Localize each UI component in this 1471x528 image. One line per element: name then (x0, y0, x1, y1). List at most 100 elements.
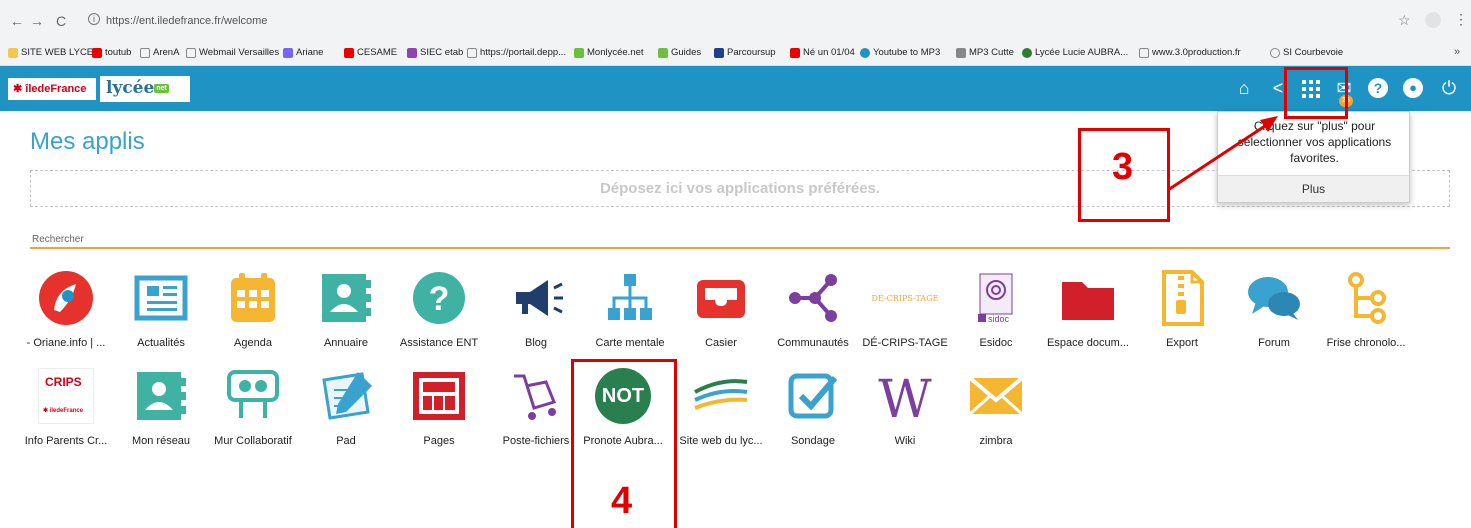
forward-icon[interactable]: → (30, 13, 44, 29)
app-tile[interactable]: Export (1132, 270, 1232, 349)
app-tile[interactable]: CRIPS ✱ îledeFrance Info Parents Cr... (16, 368, 116, 447)
app-label: zimbra (979, 435, 1013, 447)
poll-icon (785, 368, 841, 424)
app-tile[interactable]: Espace docum... (1038, 270, 1138, 349)
app-tile[interactable]: Site web du lyc... (671, 368, 771, 447)
bookmark[interactable]: CESAME (344, 47, 397, 58)
app-tile[interactable]: Casier (671, 270, 771, 349)
app-label: Frise chronolo... (1326, 337, 1406, 349)
app-tile[interactable]: Communautés (763, 270, 863, 349)
app-label: Export (1166, 337, 1198, 349)
bookmark[interactable]: SITE WEB LYCEE (8, 47, 99, 58)
app-label: Site web du lyc... (679, 435, 763, 447)
app-tile[interactable]: Sondage (763, 368, 863, 447)
monlycee-logo[interactable]: lycée net (100, 76, 190, 102)
app-tile[interactable]: Agenda (203, 270, 303, 349)
crips-logo-subtext: ✱ îledeFrance (43, 408, 84, 414)
app-tile[interactable]: zimbra (946, 368, 1046, 447)
website-icon (693, 368, 749, 424)
app-label: Blog (524, 337, 548, 349)
bookmark[interactable]: Youtube to MP3 (860, 47, 940, 58)
bookmark[interactable]: SI Courbevoie (1270, 47, 1343, 58)
app-tile[interactable]: Annuaire (296, 270, 396, 349)
bookmark[interactable]: SIEC etab (407, 47, 463, 58)
app-tile[interactable]: sidoc Esidoc (946, 270, 1046, 349)
bookmark[interactable]: ArenA (140, 47, 179, 58)
app-label: Sondage (790, 435, 836, 447)
bookmark[interactable]: Monlycée.net (574, 47, 644, 58)
bookmark-star-icon[interactable]: ☆ (1398, 12, 1411, 29)
bookmark[interactable]: toutub (92, 47, 131, 58)
calendar-icon (225, 270, 281, 326)
more-bookmarks-icon[interactable]: » (1454, 46, 1460, 58)
bookmark[interactable]: Guides (658, 47, 701, 58)
app-tile[interactable]: Pages (389, 368, 489, 447)
app-tile[interactable]: Pad (296, 368, 396, 447)
app-label: DÉ-CRIPS-TAGE (862, 337, 948, 349)
app-tile[interactable]: Actualités (111, 270, 211, 349)
oriane-icon (38, 270, 94, 326)
extension-icon[interactable] (1425, 12, 1441, 28)
pad-icon (318, 368, 374, 424)
app-label: Forum (1258, 337, 1290, 349)
org-chart-icon (602, 270, 658, 326)
app-tile[interactable]: Blog (486, 270, 586, 349)
app-tile[interactable]: - Oriane.info | ... (16, 270, 116, 349)
bookmark[interactable]: www.3.0production.fr (1139, 47, 1241, 58)
collab-wall-icon (225, 368, 281, 424)
megaphone-icon (508, 270, 564, 326)
app-tile[interactable]: Carte mentale (580, 270, 680, 349)
news-icon (133, 270, 189, 326)
app-label: Carte mentale (595, 337, 665, 349)
contacts-icon (133, 368, 189, 424)
search-input[interactable]: Rechercher (32, 234, 84, 245)
app-label: Pages (423, 435, 455, 447)
mail-icon (968, 368, 1024, 424)
browser-toolbar: ← → C i https://ent.iledefrance.fr/welco… (0, 0, 1471, 40)
search-underline (30, 247, 1450, 249)
bookmark[interactable]: Né un 01/04 (790, 47, 855, 58)
svg-text:?: ? (429, 280, 450, 318)
bookmark[interactable]: Webmail Versailles (186, 47, 279, 58)
app-label: Communautés (777, 337, 849, 349)
app-label: Actualités (137, 337, 185, 349)
directory-icon (318, 270, 374, 326)
bookmark[interactable]: Lycée Lucie AUBRA... (1022, 47, 1128, 58)
app-tile[interactable]: DÉ-CRIPS-TAGE DÉ-CRIPS-TAGE (855, 270, 955, 350)
app-tile[interactable]: Forum (1224, 270, 1324, 349)
help-icon[interactable]: ? (1368, 78, 1388, 98)
back-icon[interactable]: ← (10, 13, 24, 29)
app-tile[interactable]: W Wiki (855, 368, 955, 447)
app-tile[interactable]: Frise chronolo... (1316, 270, 1416, 349)
bookmarks-bar: SITE WEB LYCEE toutub ArenA Webmail Vers… (0, 40, 1471, 66)
bookmark[interactable]: Ariane (283, 47, 323, 58)
monlycee-logo-text: lycée (106, 78, 155, 98)
decripstage-logo-text: DÉ-CRIPS-TAGE (871, 293, 939, 303)
address-bar[interactable]: https://ent.iledefrance.fr/welcome (106, 15, 267, 27)
iledefrance-logo[interactable]: ✱ îledeFrance (8, 78, 96, 100)
annotation-step4: 4 (611, 480, 633, 522)
share-icon (785, 270, 841, 326)
inbox-icon (693, 270, 749, 326)
app-label: Annuaire (323, 337, 369, 349)
crips-logo-text: CRIPS (45, 375, 82, 389)
crips-logo: CRIPS ✱ îledeFrance (38, 368, 94, 424)
app-label: - Oriane.info | ... (26, 337, 106, 349)
bookmark[interactable]: Parcoursup (714, 47, 776, 58)
home-icon[interactable]: ⌂ (1234, 78, 1254, 98)
app-label: Mur Collaboratif (214, 435, 292, 447)
wiki-icon-text: W (878, 370, 932, 430)
user-icon[interactable]: ● (1403, 78, 1423, 98)
zip-icon (1154, 270, 1210, 326)
site-info-icon[interactable]: i (88, 13, 100, 25)
app-tile[interactable]: Mon réseau (111, 368, 211, 447)
bookmark[interactable]: MP3 Cutte (956, 47, 1014, 58)
browser-menu-icon[interactable]: ⋮ (1454, 11, 1468, 28)
bookmark[interactable]: https://portail.depp... (467, 47, 566, 58)
app-label: Agenda (234, 337, 272, 349)
logout-icon[interactable]: ⏻ (1439, 78, 1459, 98)
app-tile[interactable]: Mur Collaboratif (203, 368, 303, 447)
app-tile[interactable]: ? Assistance ENT (389, 270, 489, 349)
reload-icon[interactable]: C (56, 13, 66, 29)
monlycee-logo-net: net (154, 84, 169, 93)
